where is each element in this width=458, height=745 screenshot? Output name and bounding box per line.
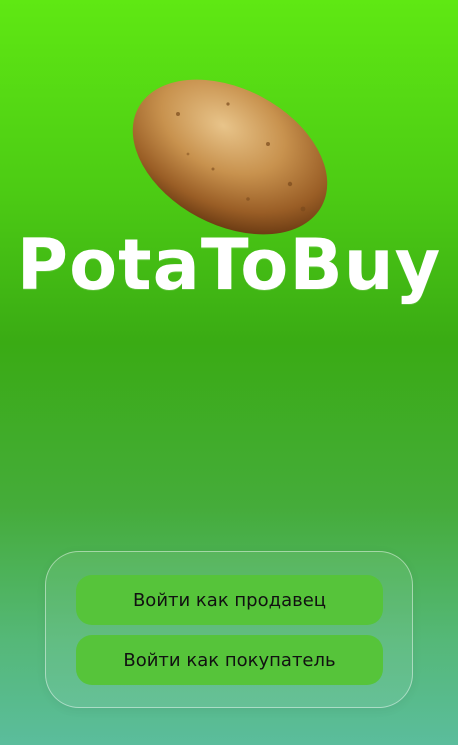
app-logo: PotaToBuy (16, 224, 442, 306)
login-panel: Войти как продавец Войти как покупатель (45, 551, 413, 708)
welcome-screen: PotaToBuy Войти как продавец Войти как п… (0, 0, 458, 745)
login-as-buyer-button[interactable]: Войти как покупатель (76, 635, 383, 685)
login-as-seller-button[interactable]: Войти как продавец (76, 575, 383, 625)
